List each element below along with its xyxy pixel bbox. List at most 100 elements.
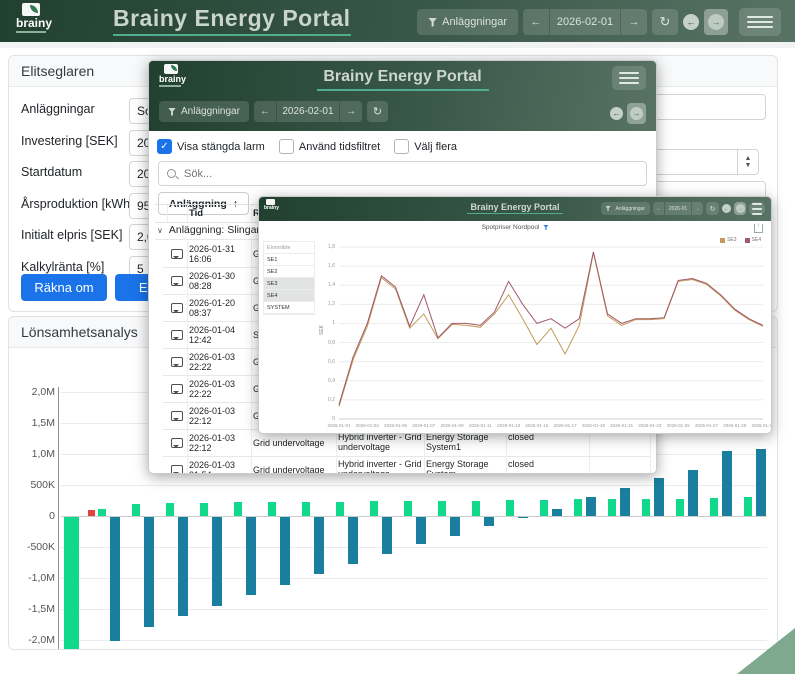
comment-icon[interactable] xyxy=(171,303,183,313)
checkbox-3[interactable]: Välj flera xyxy=(394,139,457,154)
legend-item-SE4[interactable]: SE4 xyxy=(745,237,761,243)
comment-icon[interactable] xyxy=(171,330,183,340)
search-input[interactable] xyxy=(182,167,617,181)
comment-icon[interactable] xyxy=(171,276,183,286)
checkbox-unchecked-icon[interactable] xyxy=(394,139,409,154)
table-cell xyxy=(167,429,188,456)
page-title: Brainy Energy Portal xyxy=(113,5,351,32)
next-date-button[interactable]: → xyxy=(691,202,703,215)
y-tick-label: 1,2 xyxy=(317,301,335,307)
bar-gain-year13 xyxy=(506,500,514,516)
redo-circle-button-active[interactable]: → xyxy=(734,202,746,215)
prev-date-button[interactable]: ← xyxy=(653,202,664,215)
checkbox-unchecked-icon[interactable] xyxy=(279,139,294,154)
bar-gain-year6 xyxy=(268,502,276,516)
bar-cumulative-year8 xyxy=(348,517,358,564)
current-date[interactable]: 2026-02-01 xyxy=(549,9,620,35)
list-item-se1[interactable]: SE1 xyxy=(264,254,314,266)
alarm-filter-button[interactable]: Anläggningar xyxy=(159,101,249,122)
table-cell xyxy=(591,456,651,474)
table-cell: Energy Storage System xyxy=(426,456,507,474)
logo-text: brainy xyxy=(16,16,52,30)
table-cell: 2026-01-30 08:28 xyxy=(189,267,252,294)
arrow-right-icon: → xyxy=(629,16,640,28)
bar-gain-year19 xyxy=(710,498,718,516)
alarm-current-date[interactable]: 2026-02-01 xyxy=(276,101,339,122)
y-tick-label: 1,6 xyxy=(317,263,335,269)
gridline xyxy=(61,609,767,610)
bar-cumulative-year9 xyxy=(382,517,392,554)
redo-circle-button-active[interactable]: → xyxy=(627,103,646,124)
x-tick-label: 2026-01-13 xyxy=(495,423,523,428)
bar-investment xyxy=(64,517,79,649)
chevron-down-icon[interactable]: ∨ xyxy=(157,226,163,235)
redo-circle-button-active[interactable]: → xyxy=(704,9,728,35)
comment-icon[interactable] xyxy=(171,249,183,259)
comment-icon[interactable] xyxy=(171,465,183,475)
x-tick-label: 2026-01-25 xyxy=(664,423,692,428)
comment-icon[interactable] xyxy=(171,411,183,421)
filter-icon-blue[interactable] xyxy=(543,225,548,230)
spot-current-date[interactable]: 2026-01 xyxy=(664,202,691,215)
filter-anlaggningar-button[interactable]: Anläggningar xyxy=(417,9,518,35)
list-item-se2[interactable]: SE2 xyxy=(264,266,314,278)
bar-gain-year2 xyxy=(132,504,140,516)
y-tick-label: -2,0M xyxy=(15,634,55,646)
bar-gain-year9 xyxy=(370,501,378,516)
x-tick-label: 2026-01-11 xyxy=(466,423,494,428)
alarm-menu-button[interactable] xyxy=(612,66,646,90)
x-tick-label: 2026-01-27 xyxy=(692,423,720,428)
alarm-search[interactable] xyxy=(158,161,647,186)
prev-date-button[interactable]: ← xyxy=(523,9,549,35)
bar-gain-year4 xyxy=(200,503,208,516)
refresh-button[interactable]: ↻ xyxy=(652,9,678,35)
bar-cumulative-year6 xyxy=(280,517,290,585)
alarm-toolbar-right: ← → xyxy=(610,103,646,124)
sort-anlaggning-button[interactable]: Anläggning ↑ xyxy=(158,192,249,215)
table-cell: 2026-01-03 21:54 xyxy=(189,456,252,474)
undo-circle-button[interactable]: ← xyxy=(610,107,623,120)
checkbox-label: Välj flera xyxy=(414,141,457,153)
comment-icon[interactable] xyxy=(171,438,183,448)
list-item-se3[interactable]: SE3 xyxy=(264,278,314,290)
checkbox-1[interactable]: ✓Visa stängda larm xyxy=(157,139,265,154)
comment-icon[interactable] xyxy=(171,384,183,394)
y-tick-label: -1,0M xyxy=(15,572,55,584)
x-tick-label: 2026-01-09 xyxy=(438,423,466,428)
bar-cumulative-year19 xyxy=(722,451,732,516)
spot-menu-button[interactable] xyxy=(749,202,765,215)
number-stepper[interactable]: ▲ ▼ xyxy=(737,150,758,174)
filter-icon xyxy=(168,108,176,116)
list-item-system[interactable]: SYSTEM xyxy=(264,302,314,314)
x-tick-label: 2026-01-19 xyxy=(579,423,607,428)
list-item-se4[interactable]: SE4 xyxy=(264,290,314,302)
alarm-refresh-button[interactable]: ↻ xyxy=(367,101,388,122)
bar-cumulative-year20 xyxy=(756,449,766,516)
spot-refresh-button[interactable]: ↻ xyxy=(706,202,719,215)
recalc-button[interactable]: Räkna om xyxy=(21,274,107,301)
gridline xyxy=(61,547,767,548)
table-cell: 2026-01-03 22:12 xyxy=(189,429,252,456)
y-tick-label: 500K xyxy=(15,479,55,491)
legend-item-SE3[interactable]: SE3 xyxy=(720,237,736,243)
comment-icon[interactable] xyxy=(171,357,183,367)
checkbox-checked-icon[interactable]: ✓ xyxy=(157,139,172,154)
table-row[interactable]: 2026-01-03 21:54Grid undervoltageHybrid … xyxy=(163,456,650,474)
spot-window-header: brainy Brainy Energy Portal Anläggningar… xyxy=(259,197,771,221)
undo-circle-button[interactable]: ← xyxy=(722,204,731,213)
download-icon[interactable]: ↑ xyxy=(754,224,763,233)
next-date-button[interactable]: → xyxy=(339,101,362,122)
bar-gain-year1 xyxy=(98,509,106,516)
menu-button[interactable] xyxy=(739,8,781,36)
leaf-icon xyxy=(30,5,38,13)
main-header-toolbar: Anläggningar ← 2026-02-01 → ↻ ← → xyxy=(417,8,781,36)
table-cell: closed xyxy=(508,456,590,474)
prev-date-button[interactable]: ← xyxy=(254,101,276,122)
next-date-button[interactable]: → xyxy=(620,9,647,35)
y-tick-label: 0,4 xyxy=(317,378,335,384)
spot-filter-button[interactable]: Anläggningar xyxy=(601,202,650,215)
undo-circle-button[interactable]: ← xyxy=(683,14,699,30)
checkbox-2[interactable]: Använd tidsfiltret xyxy=(279,139,380,154)
bar-gain-year7 xyxy=(302,502,310,516)
refresh-icon: ↻ xyxy=(710,205,716,213)
